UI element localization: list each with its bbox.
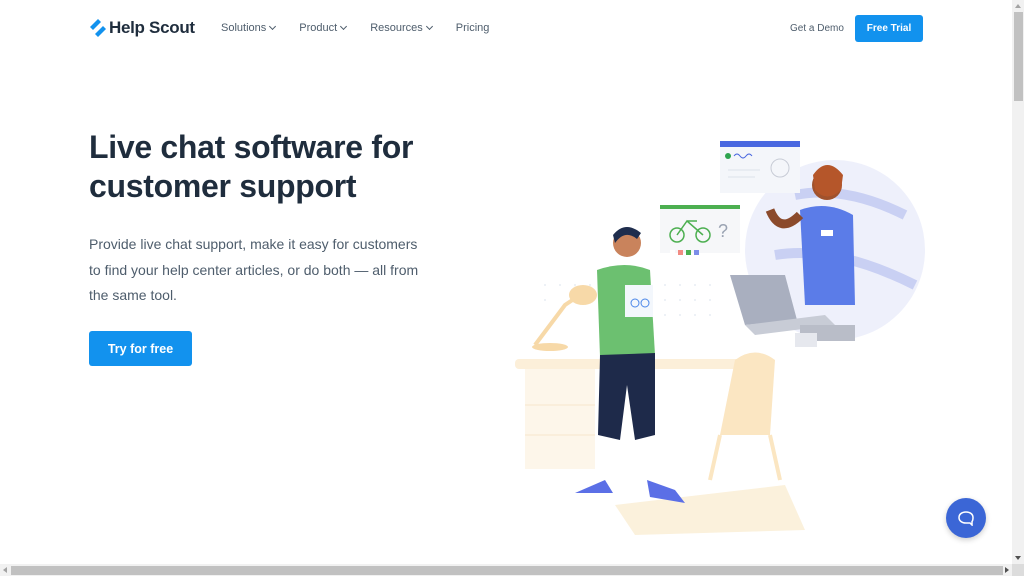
menu-item-label: Pricing (455, 22, 490, 34)
try-for-free-button[interactable]: Try for free (89, 331, 192, 366)
page-title: Live chat software for customer support (89, 129, 414, 204)
menu-item-solutions[interactable]: Solutions (221, 22, 277, 34)
customer-shoe-right (647, 480, 685, 503)
chat-widget-button[interactable] (946, 498, 986, 538)
laptop-icon (730, 275, 797, 325)
agent-shirt (800, 206, 855, 305)
menu-item-label: Product (299, 22, 338, 34)
chat-card (720, 143, 800, 193)
svg-text:?: ? (718, 221, 728, 241)
help-scout-logo[interactable]: Help Scout (89, 18, 195, 38)
illustration-svg: ? (515, 141, 925, 535)
main-menu: Solutions Product Resources Pricing (221, 22, 513, 34)
help-scout-logo-icon (90, 19, 106, 37)
customer-shoe-left (575, 480, 613, 493)
scroll-right-arrow-icon[interactable] (1005, 567, 1009, 573)
rug-shape (615, 485, 805, 535)
customer-shorts (598, 353, 655, 440)
free-trial-button[interactable]: Free Trial (855, 15, 923, 42)
scrollbar-corner (1012, 564, 1024, 576)
menu-item-pricing[interactable]: Pricing (456, 22, 490, 34)
vertical-scrollbar[interactable] (1012, 0, 1024, 564)
logo-text: Help Scout (109, 18, 195, 37)
scroll-down-arrow-icon[interactable] (1015, 556, 1021, 560)
horizontal-scrollbar[interactable] (0, 564, 1012, 576)
menu-item-product[interactable]: Product (299, 22, 348, 34)
chevron-down-icon (425, 22, 433, 31)
vertical-scrollbar-thumb[interactable] (1014, 12, 1023, 101)
menu-item-label: Resources (370, 22, 423, 34)
get-a-demo-link[interactable]: Get a Demo (790, 23, 844, 34)
chat-bubble-icon (958, 511, 974, 526)
scroll-left-arrow-icon[interactable] (3, 567, 7, 573)
chevron-down-icon (269, 22, 277, 31)
customer-support-illustration: ? (505, 135, 945, 535)
menu-item-resources[interactable]: Resources (370, 22, 433, 34)
horizontal-scrollbar-thumb[interactable] (11, 566, 1003, 575)
menu-item-label: Solutions (221, 22, 267, 34)
chevron-down-icon (340, 22, 348, 31)
hero-description: Provide live chat support, make it easy … (89, 236, 419, 303)
top-navigation: Help Scout Solutions Product Resources P… (0, 0, 1012, 58)
desk-drawers (525, 369, 595, 469)
scroll-up-arrow-icon[interactable] (1015, 4, 1021, 8)
lamp-shape (533, 293, 582, 347)
